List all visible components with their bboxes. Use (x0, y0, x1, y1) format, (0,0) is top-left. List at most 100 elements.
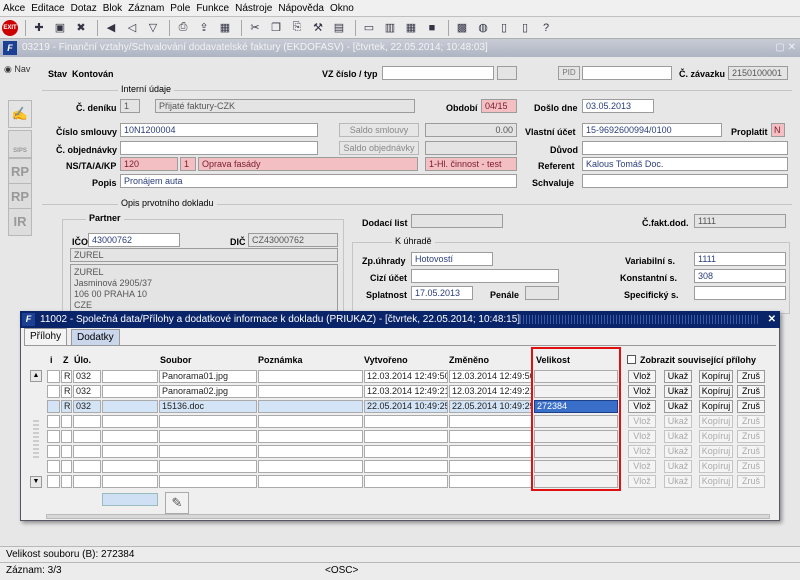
menu-item-funkce[interactable]: Funkce (193, 0, 232, 16)
table-row-empty-cell[interactable] (159, 445, 257, 458)
tab-prilohy[interactable]: Přílohy (24, 328, 68, 346)
table-row-vytvoreno[interactable]: 22.05.2014 10:49:25 (364, 400, 448, 413)
table-row-zmeneno[interactable]: 12.03.2014 12:49:50 (449, 370, 533, 383)
copy-button[interactable]: Kopíruj (699, 445, 733, 458)
insert-button[interactable]: Vlož (628, 460, 656, 473)
delete-button[interactable]: Zruš (737, 475, 765, 488)
ico-field[interactable]: 43000762 (88, 233, 180, 247)
table-row-empty-cell[interactable] (449, 460, 533, 473)
table-row-empty-cell[interactable] (73, 445, 101, 458)
menu-item-záznam[interactable]: Záznam (125, 0, 167, 16)
table-row-z[interactable]: R (61, 370, 72, 383)
globe-icon[interactable]: ◍ (474, 19, 492, 37)
table-row-z[interactable]: R (61, 385, 72, 398)
table-row-empty-cell[interactable] (364, 475, 448, 488)
export-icon[interactable]: ⇪ (195, 19, 213, 37)
copy-button[interactable]: Kopíruj (699, 430, 733, 443)
menu-item-editace[interactable]: Editace (28, 0, 67, 16)
scroll-up-icon[interactable]: ▲ (30, 370, 42, 382)
table-row-empty-cell[interactable] (364, 460, 448, 473)
delete-button[interactable]: Zruš (737, 415, 765, 428)
specificky-field[interactable] (694, 286, 786, 300)
show-button[interactable]: Ukaž (664, 475, 692, 488)
table-row-empty-cell[interactable] (61, 445, 72, 458)
table-row-empty-cell[interactable] (258, 475, 363, 488)
window-controls-icon[interactable]: ▢ ✕ (775, 39, 796, 57)
table-row-empty-cell[interactable] (258, 445, 363, 458)
table-row-poznamka[interactable] (258, 370, 363, 383)
popis-field[interactable]: Pronájem auta (120, 174, 517, 188)
table-row-empty-cell[interactable] (73, 475, 101, 488)
table-row-poznamka[interactable] (258, 400, 363, 413)
show-button[interactable]: Ukaž (664, 430, 692, 443)
table-row-i[interactable] (47, 370, 60, 383)
table-row-empty-cell[interactable] (47, 475, 60, 488)
delete-icon[interactable]: ✖ (72, 19, 90, 37)
delete-button[interactable]: Zruš (737, 385, 765, 398)
cizi-ucet-field[interactable] (411, 269, 559, 283)
variabilni-field[interactable]: 1111 (694, 252, 786, 266)
delete-button[interactable]: Zruš (737, 400, 765, 413)
print-icon[interactable]: ⎙ (174, 19, 192, 37)
table-row-blank[interactable] (102, 370, 158, 383)
menu-item-nápověda[interactable]: Nápověda (275, 0, 327, 16)
table-row-soubor[interactable]: 15136.doc (159, 400, 257, 413)
sheet-icon[interactable]: ▦ (402, 19, 420, 37)
table-row-empty-cell[interactable] (61, 415, 72, 428)
table-row-empty-cell[interactable] (364, 415, 448, 428)
obdobi-field[interactable]: 04/15 (481, 99, 517, 113)
show-button[interactable]: Ukaž (664, 460, 692, 473)
insert-button[interactable]: Vlož (628, 385, 656, 398)
table-row-empty-cell[interactable] (102, 415, 158, 428)
konstantni-field[interactable]: 308 (694, 269, 786, 283)
help-icon[interactable]: ? (537, 19, 555, 37)
table-row-empty-cell[interactable] (159, 415, 257, 428)
table-row-zmeneno[interactable]: 22.05.2014 10:49:25 (449, 400, 533, 413)
insert-button[interactable]: Vlož (628, 430, 656, 443)
table-row-empty-cell[interactable] (61, 460, 72, 473)
table-row-vytvoreno[interactable]: 12.03.2014 12:49:21 (364, 385, 448, 398)
menu-item-akce[interactable]: Akce (0, 0, 28, 16)
table-row-empty-cell[interactable] (449, 445, 533, 458)
dialog-footer-field[interactable] (102, 493, 158, 506)
show-button[interactable]: Ukaž (664, 415, 692, 428)
saldo-smlouvy-button[interactable]: Saldo smlouvy (339, 123, 419, 137)
show-button[interactable]: Ukaž (664, 400, 692, 413)
table-row-empty-cell[interactable] (258, 430, 363, 443)
table-row-empty-cell[interactable] (61, 475, 72, 488)
table-row-empty-cell[interactable] (159, 475, 257, 488)
delete-button[interactable]: Zruš (737, 460, 765, 473)
calendar-icon[interactable]: ▦ (216, 19, 234, 37)
insert-button[interactable]: Vlož (628, 415, 656, 428)
proplatit-field[interactable]: N (771, 123, 785, 137)
rp-side-button[interactable]: RP (8, 158, 32, 186)
table-row-empty-cell[interactable] (364, 445, 448, 458)
table-row-empty-cell[interactable] (61, 430, 72, 443)
insert-button[interactable]: Vlož (628, 445, 656, 458)
pid-field[interactable] (582, 66, 672, 80)
copy-button[interactable]: Kopíruj (699, 400, 733, 413)
filter-icon[interactable]: ▽ (144, 19, 162, 37)
table-row-ulo[interactable]: 032 (73, 400, 101, 413)
table-row-z[interactable]: R (61, 400, 72, 413)
table-row-i[interactable] (47, 400, 60, 413)
table-row-empty-cell[interactable] (364, 430, 448, 443)
tools-icon[interactable]: ⚒ (309, 19, 327, 37)
duvod-field[interactable] (582, 141, 788, 155)
show-button[interactable]: Ukaž (664, 370, 692, 383)
table-row-empty-cell[interactable] (258, 460, 363, 473)
table-row-empty-cell[interactable] (47, 445, 60, 458)
vlastni-ucet-field[interactable]: 15-9692600994/0100 (582, 123, 722, 137)
splatnost-field[interactable]: 17.05.2013 (411, 286, 473, 300)
table-row-empty-cell[interactable] (449, 475, 533, 488)
table-row-empty-cell[interactable] (102, 475, 158, 488)
table-row-empty-cell[interactable] (47, 415, 60, 428)
table-row-zmeneno[interactable]: 12.03.2014 12:49:21 (449, 385, 533, 398)
approve-side-icon[interactable]: ✍ (8, 100, 32, 128)
exit-icon[interactable]: EXIT (2, 19, 18, 36)
nav-prev-icon[interactable]: ◁ (123, 19, 141, 37)
table-row-ulo[interactable]: 032 (73, 370, 101, 383)
menu-item-okno[interactable]: Okno (327, 0, 357, 16)
menu-item-dotaz[interactable]: Dotaz (68, 0, 100, 16)
table-row-i[interactable] (47, 385, 60, 398)
